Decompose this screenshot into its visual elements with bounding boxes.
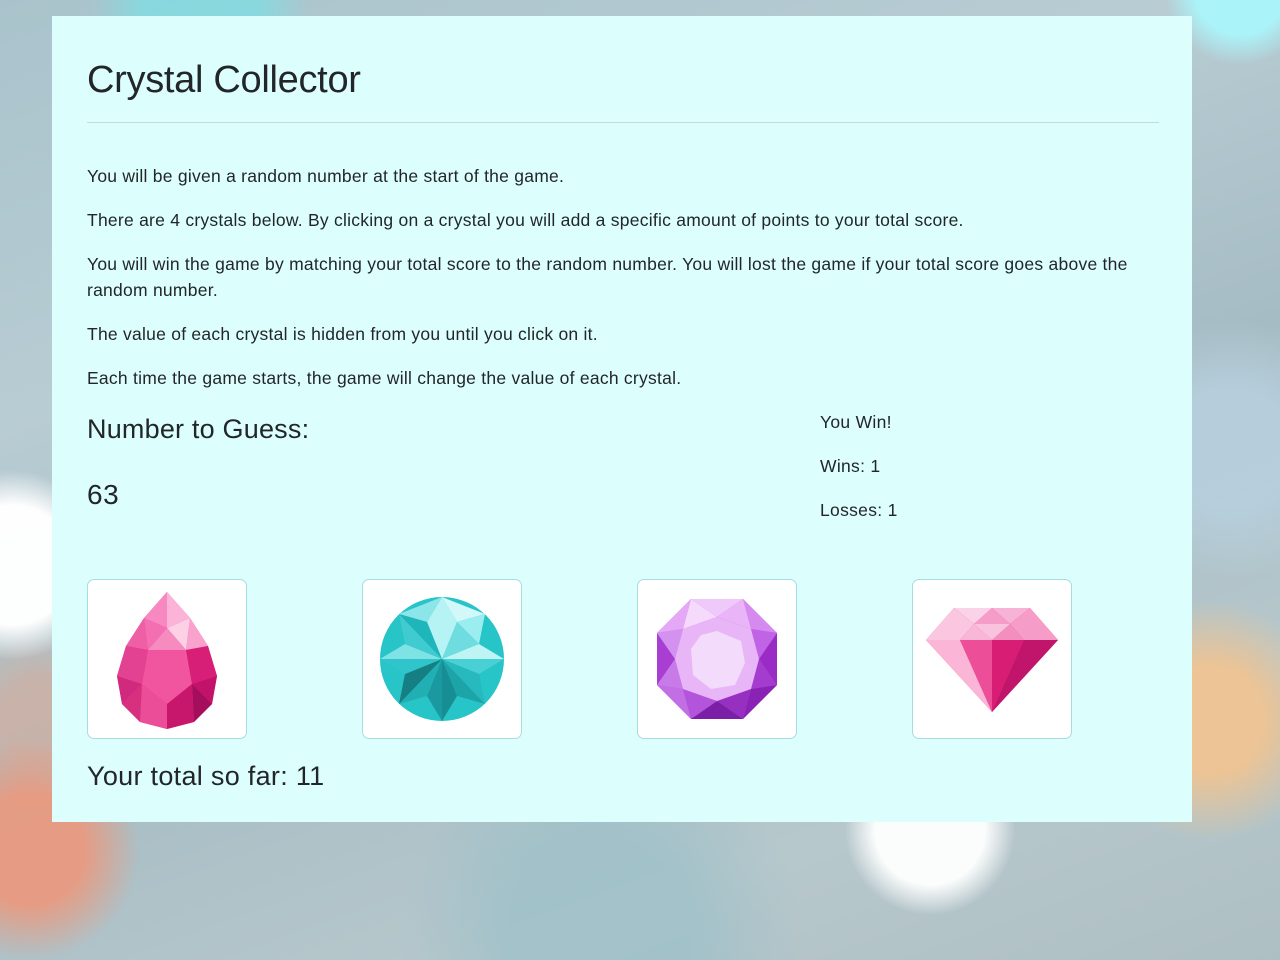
crystal-row: [87, 579, 1159, 741]
status-message: You Win!: [820, 412, 892, 432]
crystal-button-4[interactable]: [912, 579, 1072, 739]
instruction-line: The value of each crystal is hidden from…: [87, 324, 598, 344]
game-panel: Crystal Collector You will be given a ra…: [52, 16, 1192, 822]
page-title: Crystal Collector: [87, 59, 361, 101]
crystal-button-2[interactable]: [362, 579, 522, 739]
instruction-line: You will win the game by matching your t…: [87, 254, 1128, 300]
number-to-guess-label: Number to Guess:: [87, 414, 310, 444]
instruction-line: You will be given a random number at the…: [87, 166, 565, 186]
crystal-button-1[interactable]: [87, 579, 247, 739]
total-score: Your total so far: 11: [87, 760, 324, 792]
pink-diamond-crystal-icon: [926, 608, 1058, 712]
total-value: 11: [295, 761, 325, 791]
total-label: Your total so far:: [87, 761, 296, 791]
instruction-line: Each time the game starts, the game will…: [87, 368, 682, 388]
crystal-button-3[interactable]: [637, 579, 797, 739]
instruction-line: There are 4 crystals below. By clicking …: [87, 210, 964, 230]
target-number: 63: [87, 479, 120, 510]
losses-count: Losses: 1: [820, 500, 898, 520]
pink-teardrop-crystal-icon: [117, 592, 217, 729]
wins-count: Wins: 1: [820, 456, 881, 476]
title-divider: [87, 122, 1159, 123]
instructions: You will be given a random number at the…: [87, 163, 1159, 391]
score-row: Number to Guess: 63 You Win! Wins: 1 Los…: [87, 409, 1159, 559]
stats-panel: You Win! Wins: 1 Losses: 1: [820, 409, 898, 541]
purple-octagon-crystal-icon: [657, 599, 777, 719]
teal-round-crystal-icon: [380, 597, 504, 721]
